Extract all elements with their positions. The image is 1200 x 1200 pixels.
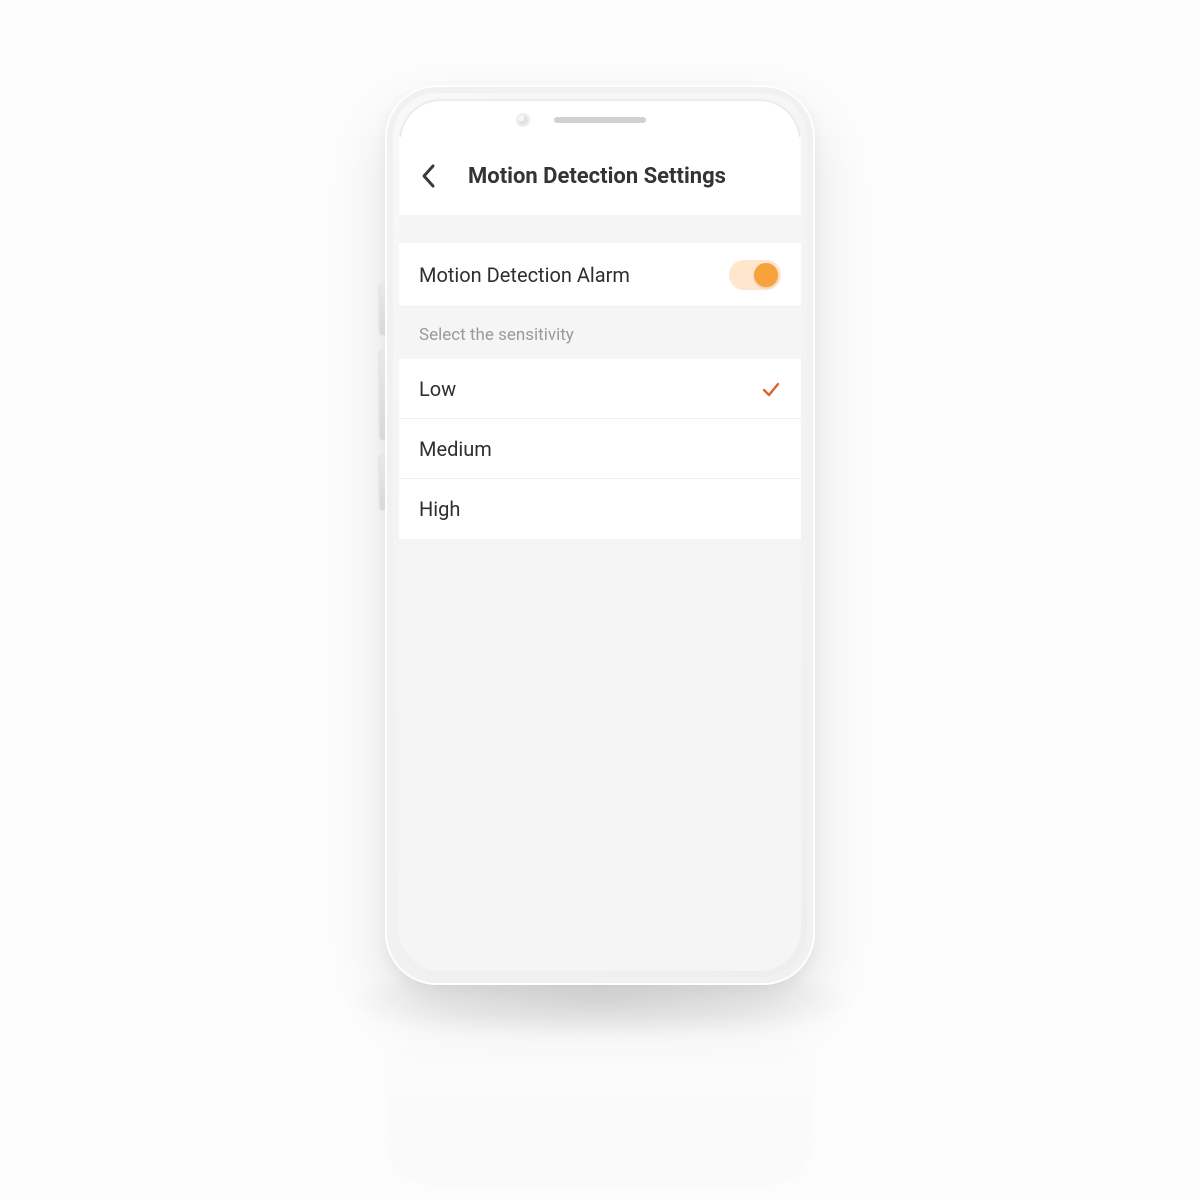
phone-mockup: Motion Detection Settings Motion Detecti… [385,85,815,985]
sensitivity-option-label: Low [419,377,761,401]
sensitivity-option-high[interactable]: High [399,479,801,539]
motion-alarm-label: Motion Detection Alarm [419,263,729,287]
phone-bezel: Motion Detection Settings Motion Detecti… [399,99,801,971]
motion-alarm-row[interactable]: Motion Detection Alarm [399,243,801,307]
phone-reflection [385,985,815,1185]
toggle-knob-icon [754,263,778,287]
earpiece-icon [554,117,646,123]
front-camera-icon [516,113,530,127]
motion-alarm-toggle[interactable] [729,260,781,290]
side-button [380,285,385,335]
sensitivity-option-medium[interactable]: Medium [399,419,801,479]
sensitivity-option-label: Medium [419,437,781,461]
app-screen: Motion Detection Settings Motion Detecti… [399,137,801,971]
phone-notch [470,109,730,131]
side-button [380,350,385,440]
app-header: Motion Detection Settings [399,137,801,215]
sensitivity-option-label: High [419,497,781,521]
section-gap [399,215,801,243]
sensitivity-section-label: Select the sensitivity [399,307,801,359]
sensitivity-option-low[interactable]: Low [399,359,801,419]
side-button [380,455,385,510]
check-icon [761,379,781,399]
page-title: Motion Detection Settings [409,164,785,189]
